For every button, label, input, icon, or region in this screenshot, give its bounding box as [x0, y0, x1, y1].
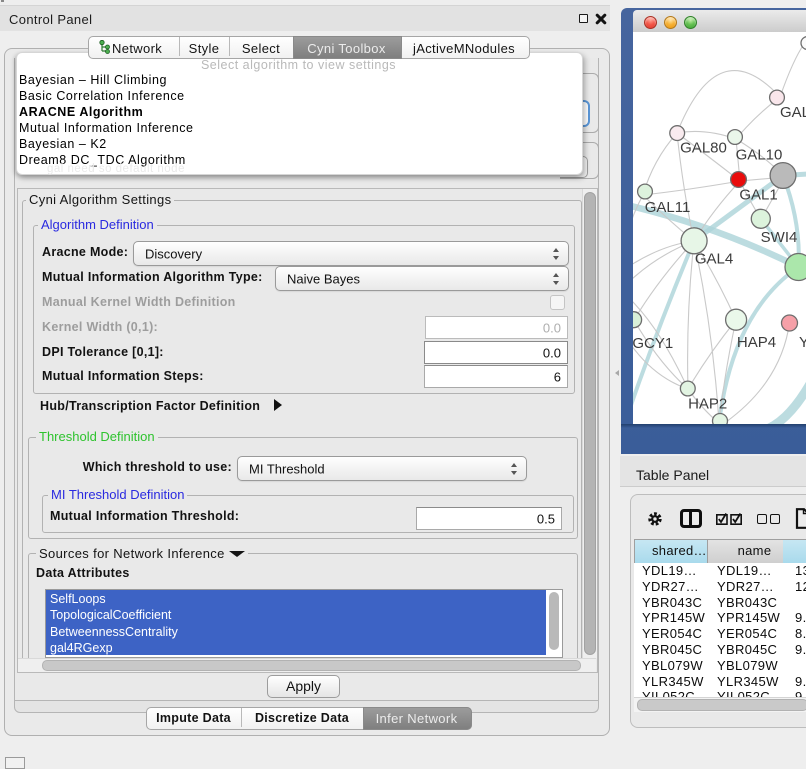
svg-text:GAL11: GAL11 [645, 199, 691, 216]
svg-text:HAP4: HAP4 [737, 334, 776, 351]
svg-text:GAL80: GAL80 [680, 140, 727, 157]
svg-text:GAL7: GAL7 [780, 104, 806, 121]
svg-text:Y: Y [799, 334, 806, 351]
svg-text:GCY1: GCY1 [633, 335, 673, 352]
svg-text:SWI4: SWI4 [761, 229, 798, 246]
svg-text:GAL4: GAL4 [695, 250, 733, 267]
svg-text:GAL1: GAL1 [739, 187, 777, 204]
svg-text:GAL10: GAL10 [736, 147, 783, 164]
svg-text:HAP2: HAP2 [688, 396, 727, 413]
